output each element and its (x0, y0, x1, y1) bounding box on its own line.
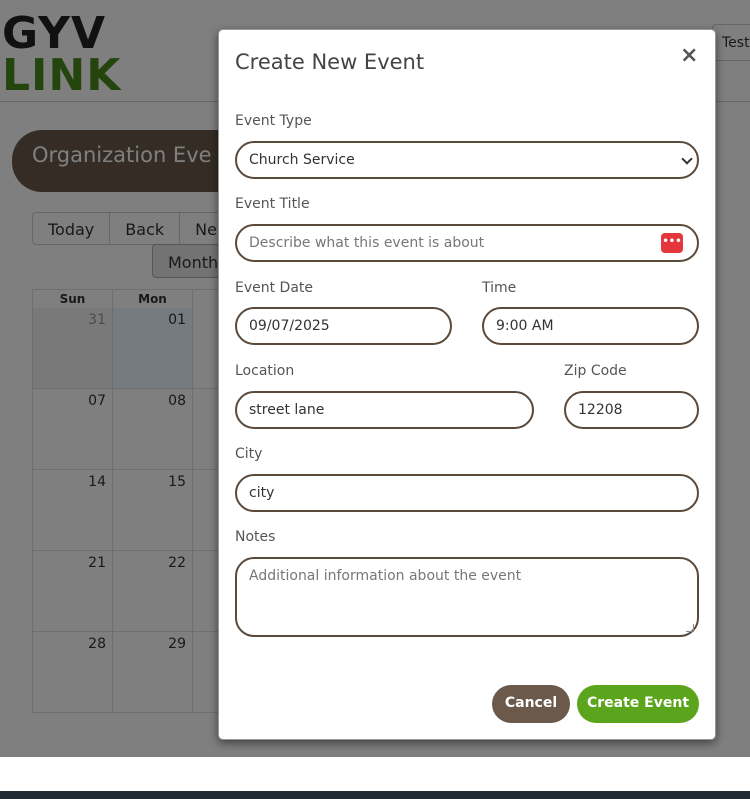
event-type-value: Church Service (249, 152, 355, 168)
city-input[interactable]: city (235, 474, 699, 512)
event-date-label: Event Date (235, 280, 314, 296)
page-footer (0, 791, 750, 799)
event-type-label: Event Type (235, 113, 312, 129)
event-title-label: Event Title (235, 196, 310, 212)
notes-textarea[interactable]: Additional information about the event (235, 557, 699, 637)
notes-placeholder: Additional information about the event (249, 568, 522, 584)
zip-code-label: Zip Code (564, 363, 627, 379)
city-label: City (235, 446, 263, 462)
location-label: Location (235, 363, 295, 379)
create-event-button[interactable]: Create Event (577, 685, 699, 723)
event-title-input[interactable]: Describe what this event is about ••• (235, 224, 699, 262)
chevron-down-icon (681, 153, 693, 165)
zip-code-input[interactable]: 12208 (564, 391, 699, 429)
time-label: Time (482, 280, 517, 296)
event-date-input[interactable]: 09/07/2025 (235, 307, 452, 345)
event-title-placeholder: Describe what this event is about (249, 235, 485, 251)
resize-handle-icon[interactable] (686, 624, 694, 632)
time-input[interactable]: 9:00 AM (482, 307, 699, 345)
event-type-select[interactable]: Church Service (235, 141, 699, 179)
close-icon[interactable]: × (680, 43, 698, 68)
notes-label: Notes (235, 529, 276, 545)
modal-title: Create New Event (235, 50, 425, 74)
password-manager-icon[interactable]: ••• (661, 233, 683, 253)
create-event-modal: Create New Event × Event Type Church Ser… (218, 29, 716, 740)
cancel-button[interactable]: Cancel (492, 685, 570, 723)
location-input[interactable]: street lane (235, 391, 534, 429)
